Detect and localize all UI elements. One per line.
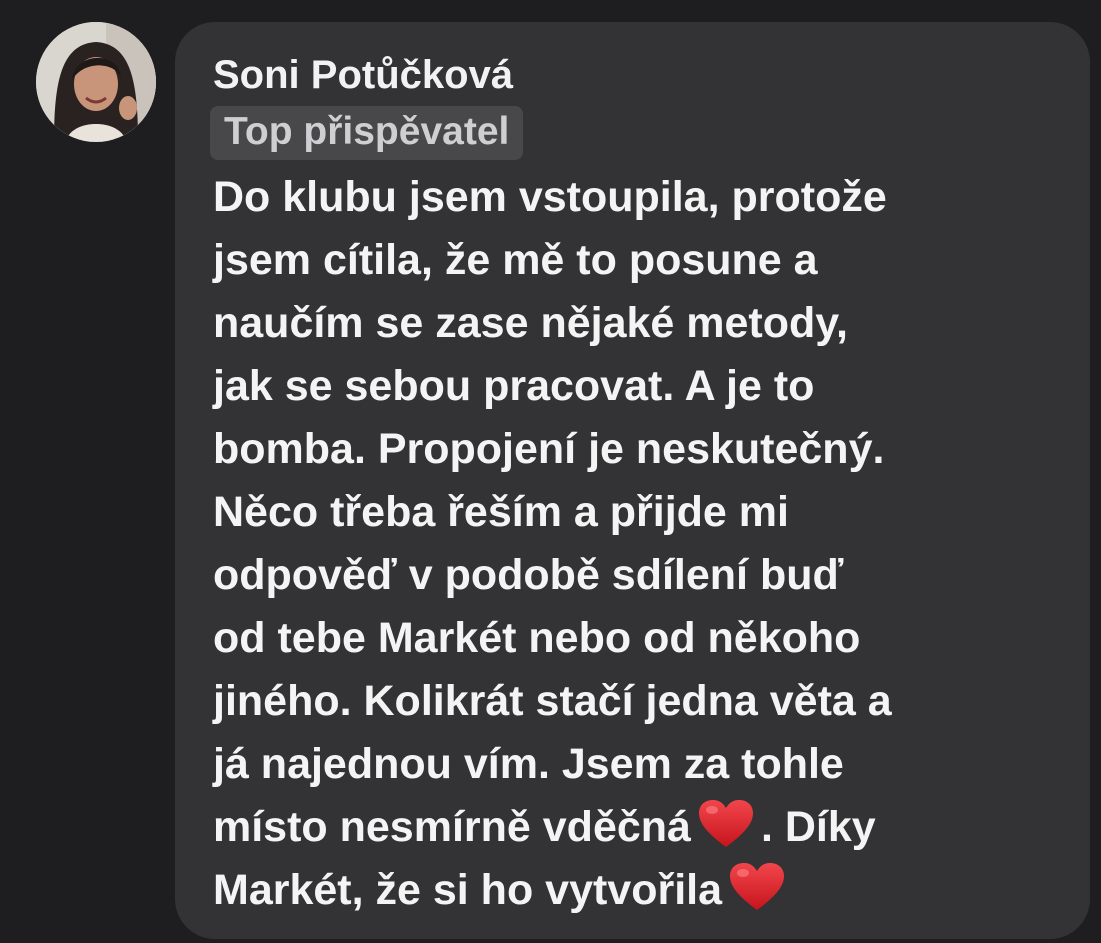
comment-text: Do klubu jsem vstoupila, protože jsem cí… — [213, 166, 1070, 922]
comment-line: Markét, že si ho vytvořila — [213, 859, 1070, 922]
comment-line-part: Markét, že si ho vytvořila — [213, 866, 723, 914]
comment-line-part: místo nesmírně vděčná — [213, 803, 691, 851]
comment-line: bomba. Propojení je neskutečný. — [213, 425, 885, 473]
heart-emoji-icon — [728, 862, 786, 912]
author-name[interactable]: Soni Potůčková — [213, 52, 1070, 98]
top-contributor-badge: Top přispěvatel — [210, 106, 524, 160]
comment-line: já najednou vím. Jsem za tohle — [213, 740, 844, 788]
comment-line: jak se sebou pracovat. A je to — [213, 362, 815, 410]
comment-line: od tebe Markét nebo od někoho — [213, 614, 861, 662]
author-avatar[interactable] — [36, 22, 156, 142]
comment-line: místo nesmírně vděčná . Díky — [213, 796, 1070, 859]
comment-line-part: . Díky — [760, 803, 876, 851]
comment-line: odpověď v podobě sdílení buď — [213, 551, 844, 599]
comment-line: jsem cítila, že mě to posune a — [213, 236, 818, 284]
heart-emoji-icon — [697, 799, 755, 849]
comment-line: jiného. Kolikrát stačí jedna věta a — [213, 677, 892, 725]
comment-line: Něco třeba řeším a přijde mi — [213, 488, 789, 536]
comment-bubble: Soni Potůčková Top přispěvatel Do klubu … — [175, 22, 1090, 939]
comment-line: Do klubu jsem vstoupila, protože — [213, 173, 887, 221]
profile-photo-icon — [36, 22, 156, 142]
comment-line: naučím se zase nějaké metody, — [213, 299, 848, 347]
